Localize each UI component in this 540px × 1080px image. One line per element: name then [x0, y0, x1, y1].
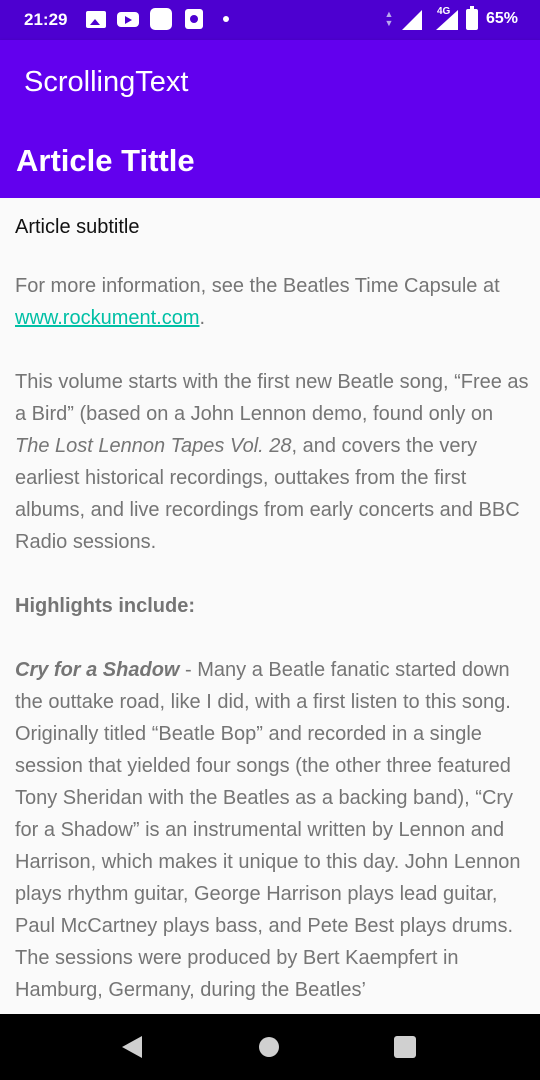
lost-lennon-tapes-title: The Lost Lennon Tapes Vol. 28: [15, 435, 292, 457]
navigation-bar: [0, 1014, 540, 1080]
cry-for-a-shadow-paragraph: Cry for a Shadow - Many a Beatle fanatic…: [15, 654, 530, 1006]
home-icon[interactable]: [259, 1037, 279, 1057]
network-type-label: 4G: [437, 6, 451, 17]
rockument-link[interactable]: www.rockument.com: [15, 307, 200, 329]
intro-paragraph: For more information, see the Beatles Ti…: [15, 270, 530, 334]
signal-icon: [402, 10, 422, 30]
article-subtitle: Article subtitle: [15, 216, 140, 238]
volume-text-a: This volume starts with the first new Be…: [15, 371, 529, 425]
app-title: ScrollingText: [24, 66, 189, 98]
article-heading: Article Tittle: [16, 143, 195, 178]
cry-for-a-shadow-title: Cry for a Shadow: [15, 659, 180, 681]
app-icon: [150, 8, 172, 30]
article-scroll-view[interactable]: Article subtitle For more information, s…: [0, 198, 540, 1014]
app-icon-2: [185, 9, 203, 29]
back-icon[interactable]: [122, 1036, 142, 1058]
app-bar: ScrollingText: [0, 40, 540, 126]
volume-paragraph: This volume starts with the first new Be…: [15, 366, 530, 558]
gallery-icon: [86, 11, 106, 28]
notification-dot-icon: [223, 16, 229, 22]
cry-for-a-shadow-text: - Many a Beatle fanatic started down the…: [15, 659, 521, 1001]
status-time: 21:29: [24, 10, 68, 29]
battery-icon: [466, 6, 478, 30]
article-body: For more information, see the Beatles Ti…: [15, 270, 530, 1006]
intro-text: For more information, see the Beatles Ti…: [15, 275, 500, 297]
highlights-heading: Highlights include:: [15, 595, 195, 617]
status-bar: 21:29 ▲ ▼ 4G 65%: [0, 0, 540, 40]
article-header: Article Tittle: [0, 126, 540, 198]
intro-end: .: [199, 307, 206, 329]
recents-icon[interactable]: [394, 1036, 416, 1058]
youtube-icon: [117, 12, 139, 27]
battery-percentage: 65%: [486, 10, 519, 27]
data-activity-icon: ▲ ▼: [384, 9, 394, 28]
